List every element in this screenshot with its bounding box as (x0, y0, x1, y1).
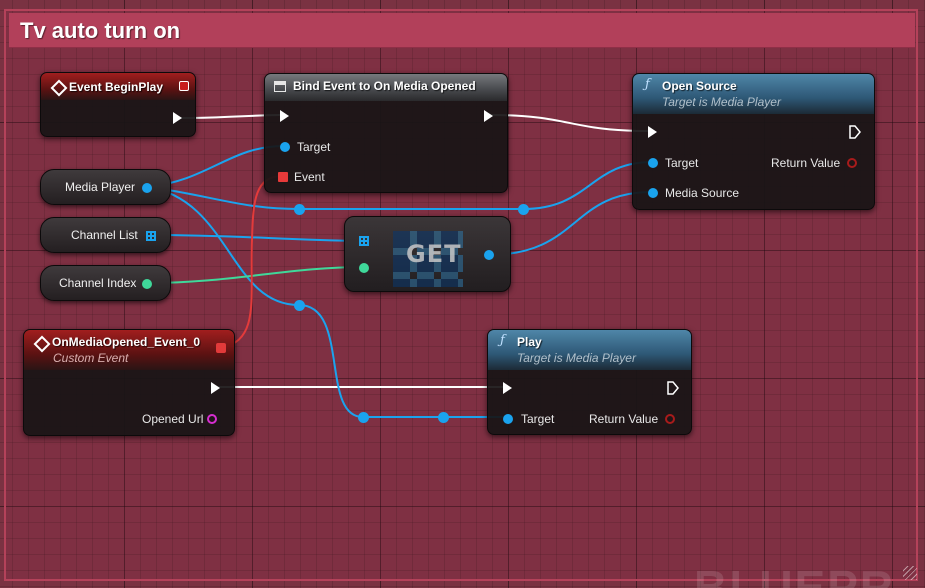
target-pin-label: Target (521, 412, 555, 426)
array-input-pin[interactable] (359, 236, 369, 246)
array-output-pin[interactable] (146, 231, 156, 241)
exec-output-pin[interactable] (211, 382, 220, 394)
exec-output-pin[interactable] (484, 110, 493, 122)
target-pin-label: Target (297, 140, 331, 154)
node-title: Bind Event to On Media Opened (293, 79, 476, 93)
reroute-node[interactable] (518, 204, 529, 215)
get-node-title: GET (406, 240, 462, 268)
exec-wire (489, 114, 649, 132)
node-title: Open Source (662, 79, 737, 93)
on-media-opened-event-node[interactable]: OnMediaOpened_Event_0 Custom Event Opene… (23, 329, 235, 436)
exec-input-pin[interactable] (648, 126, 657, 138)
node-subtitle: Target is Media Player (517, 351, 636, 365)
event-beginplay-node[interactable]: Event BeginPlay (40, 72, 196, 137)
function-icon: ƒ (645, 77, 650, 92)
channel-index-output-pin[interactable] (142, 279, 152, 289)
exec-output-pin[interactable] (173, 112, 182, 124)
node-title: Event BeginPlay (69, 80, 164, 94)
return-value-pin-label: Return Value (589, 412, 659, 426)
event-delegate-input-pin[interactable] (278, 172, 288, 182)
delegate-output-pin[interactable] (216, 343, 226, 353)
media-source-input-pin[interactable] (648, 188, 658, 198)
object-wire (487, 191, 653, 256)
exec-input-pin[interactable] (280, 110, 289, 122)
variable-label: Channel Index (59, 276, 137, 290)
get-array-node[interactable]: GET (344, 216, 511, 292)
channel-index-variable-node[interactable]: Channel Index (40, 265, 171, 301)
node-subtitle: Target is Media Player (662, 95, 781, 109)
delegate-output-pin[interactable] (179, 81, 189, 91)
return-value-pin-label: Return Value (771, 156, 841, 170)
media-player-output-pin[interactable] (142, 183, 152, 193)
event-pin-label: Event (294, 170, 325, 184)
exec-input-pin[interactable] (503, 382, 512, 394)
open-source-node[interactable]: ƒ Open Source Target is Media Player Tar… (632, 73, 875, 210)
integer-wire (147, 266, 364, 284)
return-value-output-pin[interactable] (847, 158, 857, 168)
return-value-output-pin[interactable] (665, 414, 675, 424)
reroute-node[interactable] (294, 300, 305, 311)
node-title: Play (517, 335, 542, 349)
exec-output-pin[interactable] (849, 125, 861, 139)
opened-url-pin-label: Opened Url (142, 412, 204, 426)
target-input-pin[interactable] (503, 414, 513, 424)
bind-event-icon (274, 81, 286, 92)
target-pin-label: Target (665, 156, 699, 170)
channel-list-variable-node[interactable]: Channel List (40, 217, 171, 253)
index-input-pin[interactable] (359, 263, 369, 273)
variable-label: Media Player (65, 180, 136, 194)
variable-label: Channel List (71, 228, 138, 242)
array-wire (149, 234, 363, 242)
opened-url-output-pin[interactable] (207, 414, 217, 424)
get-output-pin[interactable] (484, 250, 494, 260)
target-input-pin[interactable] (280, 142, 290, 152)
exec-output-pin[interactable] (667, 381, 679, 395)
bind-event-node[interactable]: Bind Event to On Media Opened Target Eve… (264, 73, 508, 193)
reroute-node[interactable] (438, 412, 449, 423)
comment-resize-handle[interactable] (903, 566, 917, 580)
reroute-node[interactable] (358, 412, 369, 423)
blueprint-graph-canvas[interactable]: Tv auto turn on Event BeginPlay Bind Eve… (0, 0, 925, 588)
play-node[interactable]: ƒ Play Target is Media Player Target Ret… (487, 329, 692, 435)
node-subtitle: Custom Event (53, 351, 129, 365)
blueprint-watermark: BLUEPR (694, 561, 896, 588)
media-player-variable-node[interactable]: Media Player (40, 169, 171, 205)
target-input-pin[interactable] (648, 158, 658, 168)
node-title: OnMediaOpened_Event_0 (52, 335, 201, 349)
media-source-pin-label: Media Source (665, 186, 740, 200)
function-icon: ƒ (500, 333, 505, 348)
reroute-node[interactable] (294, 204, 305, 215)
